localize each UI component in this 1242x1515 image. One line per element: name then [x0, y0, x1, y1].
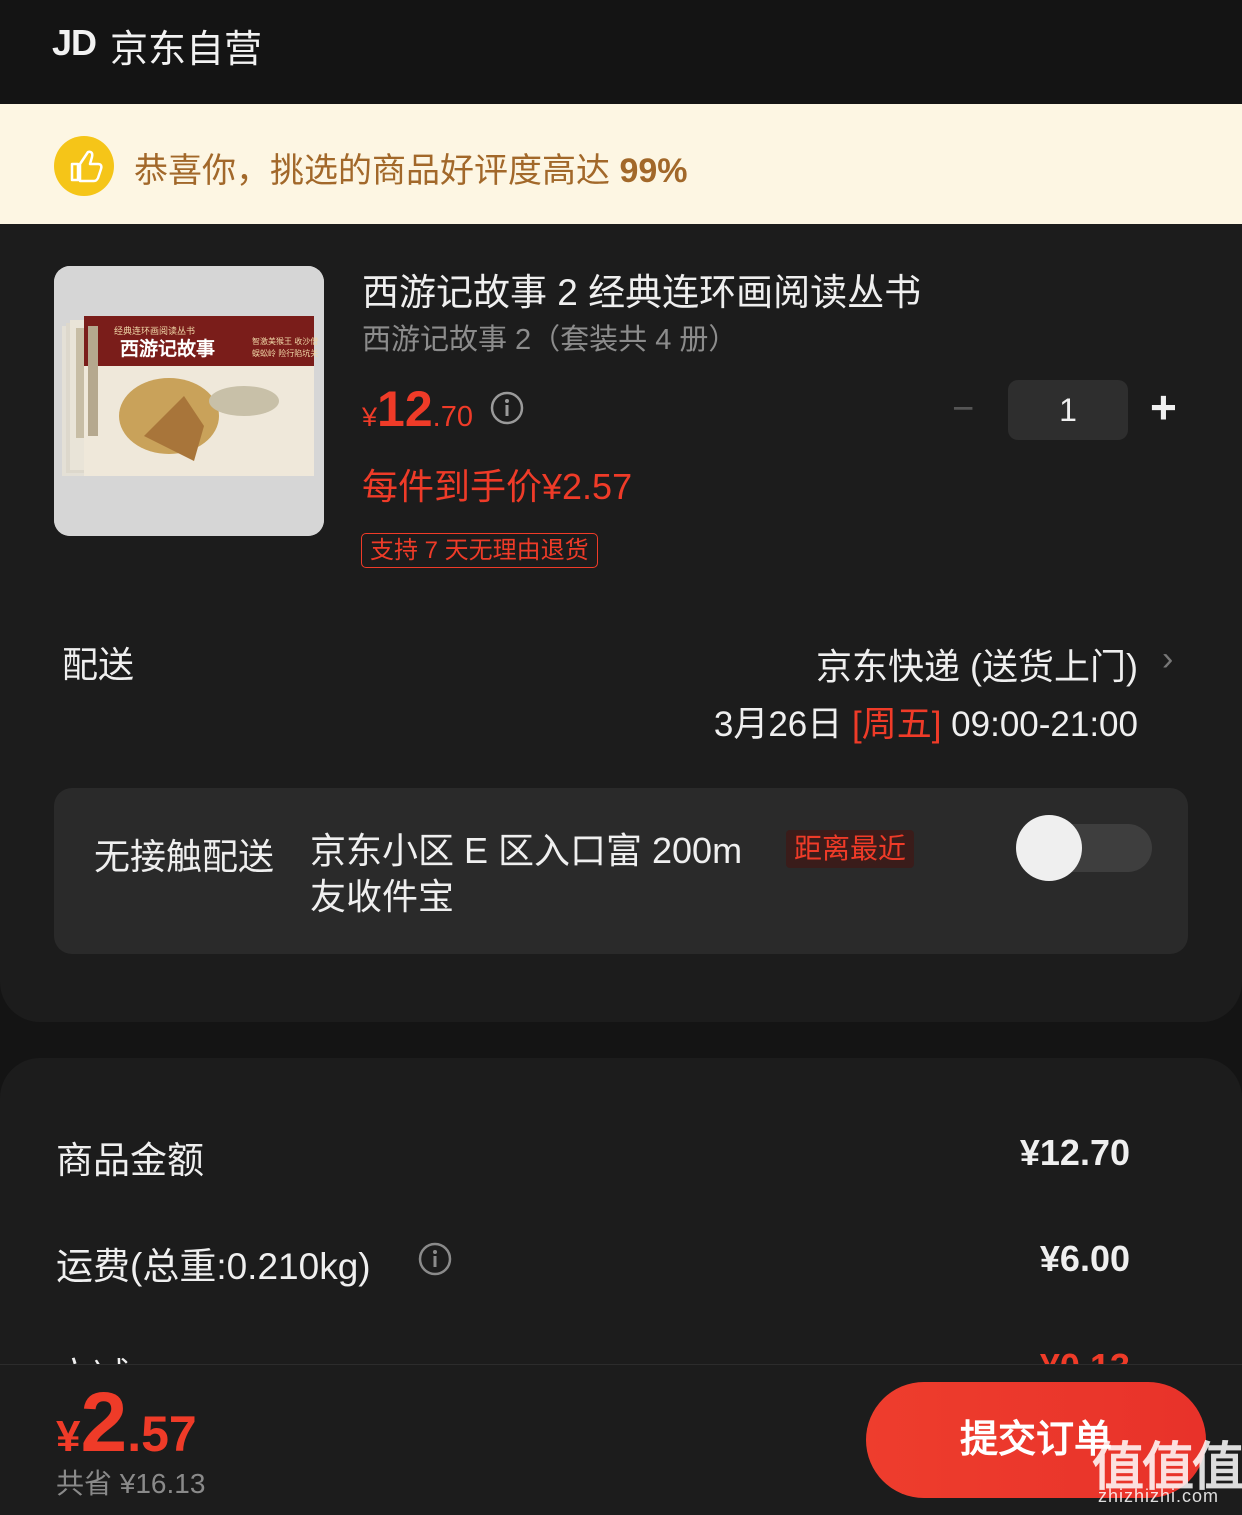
rating-value: 99%	[619, 152, 688, 190]
watermark-site: zhizhizhi.com	[1098, 1486, 1220, 1506]
cover-title: 西游记故事	[120, 339, 216, 360]
shipping-label: 配送	[62, 644, 135, 685]
product-price: ¥12.70	[362, 381, 473, 437]
toggle-knob[interactable]	[1016, 815, 1082, 881]
store-name: 京东自营	[110, 29, 263, 71]
product-image[interactable]: 经典连环画阅读丛书 西游记故事 智激美猴王 收沙僧 蜈蚣岭 险行陷坑关	[54, 266, 324, 536]
discount-label: 立减	[56, 1346, 130, 1364]
unit-price: 每件到手价¥2.57	[362, 466, 633, 507]
product-subtitle: 西游记故事 2（套装共 4 册）	[362, 324, 738, 356]
price-info-icon[interactable]	[490, 391, 524, 425]
goods-amount-label: 商品金额	[56, 1140, 204, 1181]
freight-label: 运费(总重:0.210kg)	[56, 1246, 371, 1287]
contactless-label: 无接触配送	[94, 836, 275, 877]
nearest-tag: 距离最近	[786, 830, 915, 868]
thumbs-up-icon	[54, 136, 114, 196]
discount-row: 立减 -¥0.13	[0, 1340, 1242, 1364]
product-title[interactable]: 西游记故事 2 经典连环画阅读丛书	[362, 262, 921, 316]
freight-info-icon[interactable]	[418, 1242, 452, 1276]
quantity-input[interactable]: 1	[1008, 380, 1128, 440]
goods-amount-value: ¥12.70	[1019, 1132, 1130, 1173]
chevron-right-icon[interactable]: ›	[1162, 640, 1173, 679]
pickup-address: 京东小区 E 区入口富 200m 友收件宝	[310, 830, 743, 917]
freight-value: ¥6.00	[1039, 1238, 1130, 1279]
total-saved: 共省 ¥16.13	[56, 1468, 206, 1499]
jd-logo: JD	[52, 22, 97, 63]
discount-value: -¥0.13	[1028, 1346, 1130, 1364]
cover-sub1: 智激美猴王 收沙僧	[252, 337, 319, 346]
increase-quantity-button[interactable]: +	[1150, 380, 1177, 434]
banner-text: 恭喜你，挑选的商品好评度高达 99%	[134, 152, 688, 190]
return-policy-tag: 支持 7 天无理由退货	[361, 533, 598, 568]
shipping-method[interactable]: 京东快递 (送货上门)	[816, 638, 1138, 690]
cover-sub2: 蜈蚣岭 险行陷坑关	[252, 349, 319, 358]
delivery-time[interactable]: 3月26日 [周五] 09:00-21:00	[714, 696, 1138, 747]
delivery-weekday: [周五]	[851, 705, 942, 744]
total-price: ¥2.57	[56, 1375, 197, 1469]
decrease-quantity-button[interactable]: −	[952, 388, 974, 431]
